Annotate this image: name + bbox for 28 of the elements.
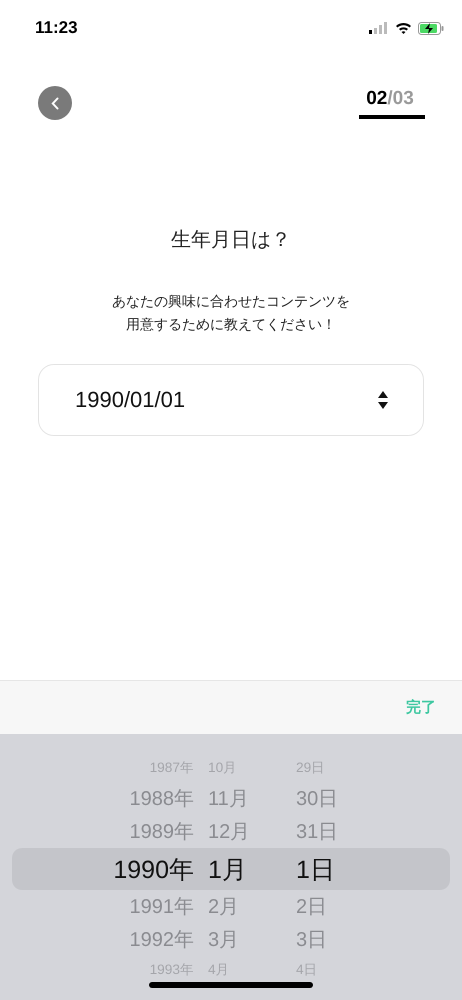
year-option[interactable]: 1991年 <box>130 893 200 920</box>
wifi-icon <box>395 22 412 34</box>
date-field[interactable]: 1990/01/01 <box>38 364 424 436</box>
chevron-left-icon <box>51 96 59 110</box>
day-option[interactable]: 2日 <box>282 893 328 920</box>
year-option[interactable]: 1988年 <box>130 785 200 812</box>
done-button[interactable]: 完了 <box>406 698 436 717</box>
status-time: 11:23 <box>35 18 78 38</box>
month-option[interactable]: 11月 <box>200 785 249 812</box>
battery-charging-icon <box>418 22 444 34</box>
month-option[interactable]: 1月 <box>200 852 247 886</box>
page-subtitle: あなたの興味に合わせたコンテンツを 用意するために教えてください！ <box>111 293 351 335</box>
day-option[interactable]: 30日 <box>282 785 338 812</box>
year-option[interactable]: 1989年 <box>130 818 200 845</box>
up-down-icon <box>377 390 389 410</box>
day-option[interactable]: 31日 <box>282 818 338 845</box>
year-option[interactable]: 1992年 <box>130 926 200 953</box>
step-counter: 02/03 <box>366 88 415 110</box>
month-option[interactable]: 2月 <box>200 893 240 920</box>
month-option[interactable]: 12月 <box>200 818 250 845</box>
signal-icon <box>369 22 389 34</box>
day-option[interactable]: 1日 <box>282 852 335 886</box>
progress-underline <box>359 115 425 119</box>
back-button[interactable] <box>38 86 72 120</box>
year-option[interactable]: 1990年 <box>113 852 200 886</box>
page-title: 生年月日は？ <box>170 226 292 253</box>
month-option[interactable]: 3月 <box>200 926 240 953</box>
day-option[interactable]: 3日 <box>282 926 328 953</box>
